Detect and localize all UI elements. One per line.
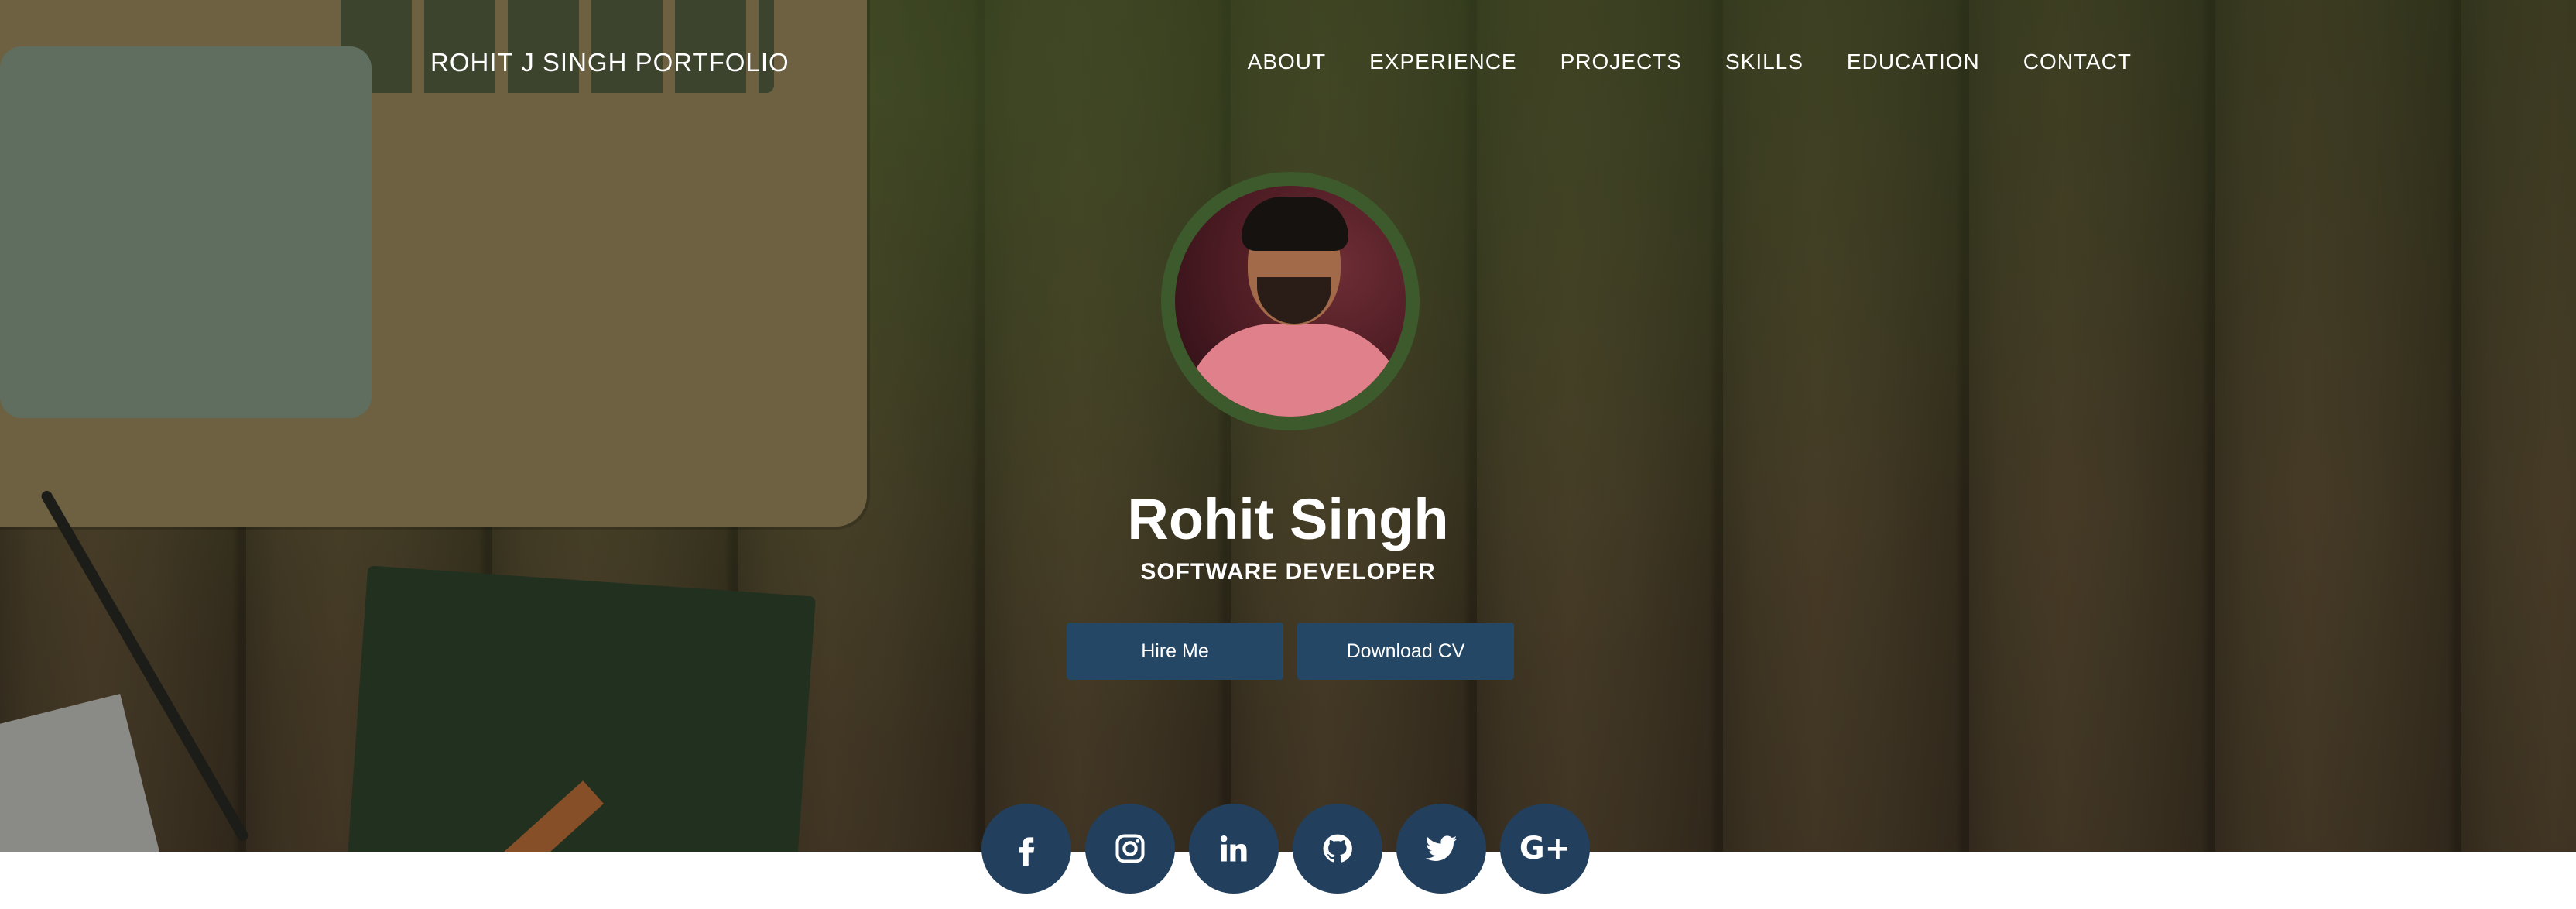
- social-links: G+: [981, 804, 1590, 894]
- notepad-image: [0, 694, 170, 852]
- nav-experience[interactable]: EXPERIENCE: [1369, 50, 1517, 74]
- linkedin-button[interactable]: [1189, 804, 1279, 894]
- main-nav: ABOUT EXPERIENCE PROJECTS SKILLS EDUCATI…: [1248, 50, 2132, 74]
- instagram-icon: [1115, 834, 1145, 863]
- laptop-image: [0, 0, 867, 527]
- nav-about[interactable]: ABOUT: [1248, 50, 1326, 74]
- github-button[interactable]: [1293, 804, 1382, 894]
- profile-role: SOFTWARE DEVELOPER: [1140, 559, 1436, 585]
- nav-skills[interactable]: SKILLS: [1725, 50, 1804, 74]
- nav-projects[interactable]: PROJECTS: [1560, 50, 1682, 74]
- download-cv-button[interactable]: Download CV: [1297, 623, 1514, 680]
- instagram-button[interactable]: [1085, 804, 1175, 894]
- avatar: [1175, 186, 1406, 417]
- hire-me-button[interactable]: Hire Me: [1067, 623, 1283, 680]
- profile-name: Rohit Singh: [1127, 487, 1449, 551]
- trackpad-image: [0, 46, 372, 418]
- brand-logo[interactable]: ROHIT J SINGH PORTFOLIO: [430, 48, 790, 77]
- nav-contact[interactable]: CONTACT: [2023, 50, 2132, 74]
- keyboard-image: [341, 0, 774, 93]
- google-plus-icon: G+: [1519, 831, 1571, 866]
- facebook-button[interactable]: [981, 804, 1071, 894]
- linkedin-icon: [1220, 835, 1247, 862]
- twitter-icon: [1425, 835, 1458, 861]
- github-icon: [1323, 834, 1352, 863]
- facebook-icon: [1019, 837, 1035, 866]
- google-plus-button[interactable]: G+: [1500, 804, 1590, 894]
- hero-section: ROHIT J SINGH PORTFOLIO ABOUT EXPERIENCE…: [0, 0, 2576, 852]
- twitter-button[interactable]: [1396, 804, 1486, 894]
- avatar-ring: [1161, 172, 1420, 430]
- nav-education[interactable]: EDUCATION: [1847, 50, 1980, 74]
